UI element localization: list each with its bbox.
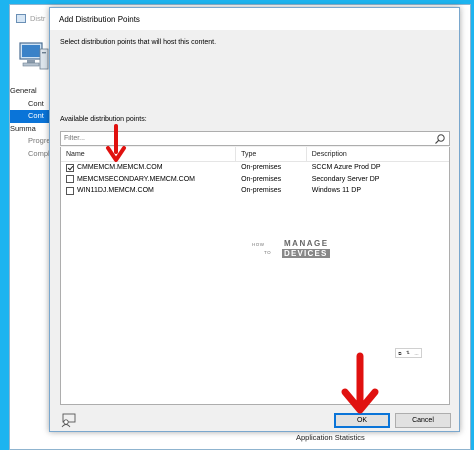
column-header-description[interactable]: Description [307,147,449,162]
available-dp-label: Available distribution points: [60,116,147,123]
logo-to: TO [264,250,272,255]
mini-toolbar-icon[interactable]: … [414,351,419,356]
dialog-instruction: Select distribution points that will hos… [60,39,217,46]
background-window-title: Distr [30,14,46,23]
distribution-points-list[interactable]: Name Type Description CMMEMCM.MEMCM.COM … [60,146,450,405]
checkbox-icon[interactable] [66,186,74,195]
dp-name: WIN11DJ.MEMCM.COM [77,187,154,195]
window-icon [16,14,26,23]
search-icon[interactable] [434,133,446,145]
mini-toolbar-icon[interactable]: ⇅ [406,350,410,356]
wizard-nav: General Cont Cont Summa Progres Comple [10,85,50,160]
nav-item-completion: Comple [28,148,50,158]
how-to-manage-devices-logo: HOW TO MANAGE DEVICES [250,239,336,261]
computer-icon [19,42,49,70]
dp-name: MEMCMSECONDARY.MEMCM.COM [77,175,195,183]
dp-type: On-premises [241,164,282,172]
nav-item-summary[interactable]: Summa [10,123,50,136]
list-item[interactable]: MEMCMSECONDARY.MEMCM.COM On-premises Sec… [61,174,449,186]
red-arrow-icon [341,352,379,414]
checkbox-icon[interactable] [66,175,74,184]
red-arrow-icon [106,124,126,162]
add-distribution-points-dialog: Add Distribution Points Select distribut… [49,7,460,432]
logo-how: HOW [252,242,265,247]
dp-type: On-premises [241,187,282,195]
dp-description: Windows 11 DP [311,187,362,195]
list-item[interactable]: WIN11DJ.MEMCM.COM On-premises Windows 11… [61,185,449,197]
dp-type: On-premises [241,175,282,183]
checkbox-icon[interactable] [66,163,74,172]
dp-description: SCCM Azure Prod DP [311,164,381,172]
nav-item-general[interactable]: General [10,85,50,98]
mini-toolbar[interactable]: ⧉ ⇅ … [395,348,422,358]
column-header-type[interactable]: Type [236,146,307,162]
cancel-button[interactable]: Cancel [395,413,451,428]
mini-toolbar-icon[interactable]: ⧉ [398,351,401,356]
nav-item-content-destination[interactable]: Cont [10,110,50,123]
logo-manage: MANAGE [284,239,329,248]
dp-description: Secondary Server DP [311,175,380,183]
logo-devices: DEVICES [282,249,330,258]
dialog-titlebar: Add Distribution Points [50,8,459,30]
nav-item-progress: Progres [28,136,50,145]
dialog-title: Add Distribution Points [59,14,140,24]
background-footer-text: Application Statistics [296,433,365,442]
nav-item-content[interactable]: Cont [10,98,50,111]
user-feedback-icon[interactable] [60,413,76,428]
column-header-name[interactable]: Name [61,146,237,162]
